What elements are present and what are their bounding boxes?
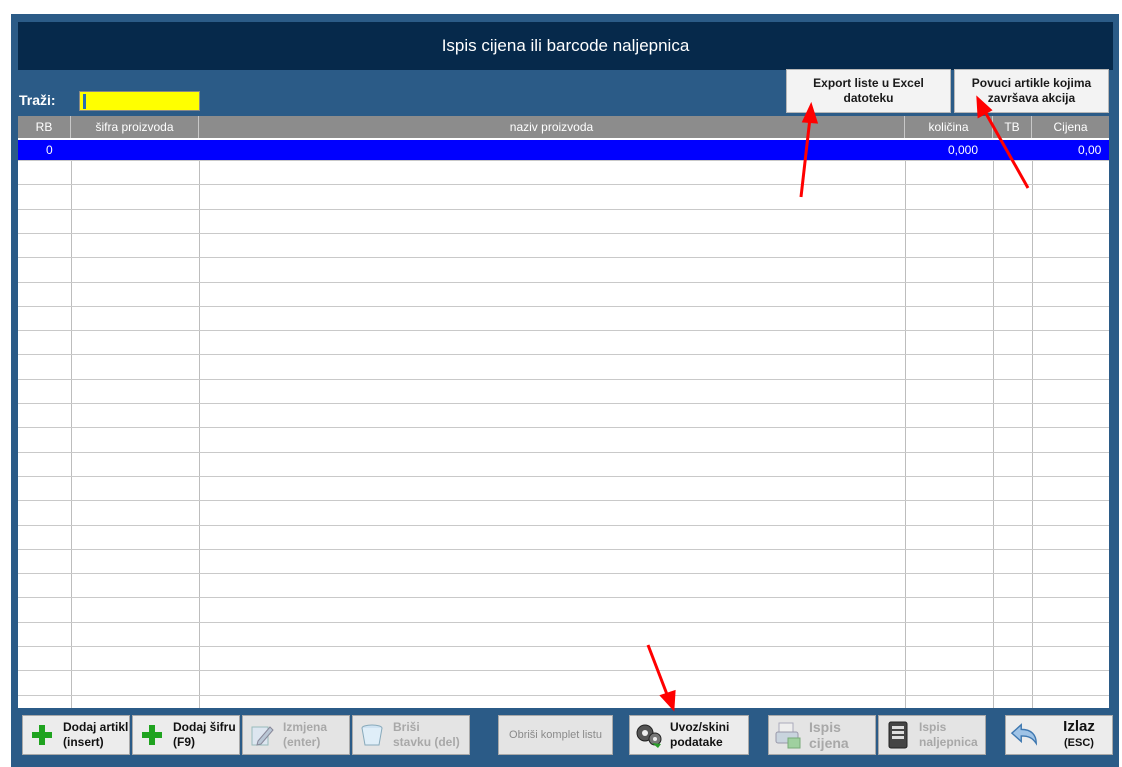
annotation-arrowhead-pull xyxy=(976,95,993,119)
annotation-arrows xyxy=(646,95,1030,712)
annotation-arrow-export xyxy=(799,117,812,198)
annotation-arrowhead-export xyxy=(801,101,819,124)
annotation-arrowhead-import xyxy=(659,689,676,712)
annotation-arrow-pull xyxy=(982,109,1030,189)
annotation-arrow-import xyxy=(646,644,670,698)
